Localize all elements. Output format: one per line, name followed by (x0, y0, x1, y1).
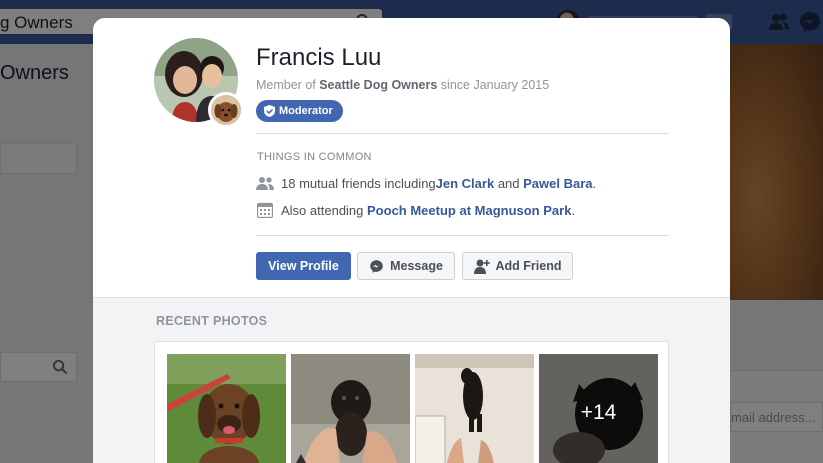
event-link[interactable]: Pooch Meetup at Magnuson Park (367, 203, 571, 218)
divider (256, 235, 669, 236)
add-friend-button[interactable]: Add Friend (462, 252, 573, 280)
photo-thumbnail[interactable] (415, 354, 534, 463)
divider (256, 133, 669, 134)
membership-suffix: since January 2015 (437, 78, 550, 92)
shared-event-row: Also attending Pooch Meetup at Magnuson … (256, 200, 575, 220)
membership-info: Member of Seattle Dog Owners since Janua… (256, 78, 549, 92)
profile-name[interactable]: Francis Luu (256, 44, 381, 72)
shared-event-prefix: Also attending (281, 202, 368, 218)
friend-link-pawel-bara[interactable]: Pawel Bara (523, 176, 592, 191)
things-in-common-heading: THINGS IN COMMON (257, 151, 372, 163)
shield-check-icon (264, 105, 275, 117)
photo-thumbnail[interactable] (167, 354, 286, 463)
messenger-icon (370, 259, 383, 273)
mutual-friends-row: 18 mutual friends including Jen Clark an… (256, 173, 596, 193)
mutual-friends-icon (256, 175, 274, 191)
group-name-link[interactable]: Seattle Dog Owners (319, 78, 437, 92)
photo-thumbnail[interactable] (291, 354, 410, 463)
add-friend-icon (473, 259, 490, 274)
recent-photos-heading: RECENT PHOTOS (156, 314, 268, 328)
add-friend-label: Add Friend (495, 259, 562, 273)
mutual-friends-prefix: 18 mutual friends including (281, 175, 436, 191)
mutual-friends-suffix: . (592, 175, 597, 191)
moderator-badge-label: Moderator (279, 105, 333, 117)
profile-hovercard-modal: Francis Luu Member of Seattle Dog Owners… (93, 18, 730, 463)
more-photos-count: +14 (580, 401, 617, 424)
mutual-friends-joiner: and (494, 175, 524, 191)
membership-prefix: Member of (256, 78, 320, 92)
recent-photos-section: RECENT PHOTOS +14 (93, 297, 730, 463)
friend-link-jen-clark[interactable]: Jen Clark (436, 176, 495, 191)
view-profile-label: View Profile (268, 259, 339, 273)
calendar-icon (256, 202, 274, 218)
recent-photos-card: +14 (154, 341, 669, 463)
pet-avatar[interactable] (208, 92, 244, 128)
message-button[interactable]: Message (357, 252, 455, 280)
shared-event-suffix: . (571, 202, 576, 218)
photo-thumbnail-more[interactable]: +14 (539, 354, 658, 463)
moderator-badge: Moderator (256, 100, 343, 122)
view-profile-button[interactable]: View Profile (256, 252, 351, 280)
more-photos-overlay: +14 (539, 354, 658, 463)
message-label: Message (390, 259, 443, 273)
